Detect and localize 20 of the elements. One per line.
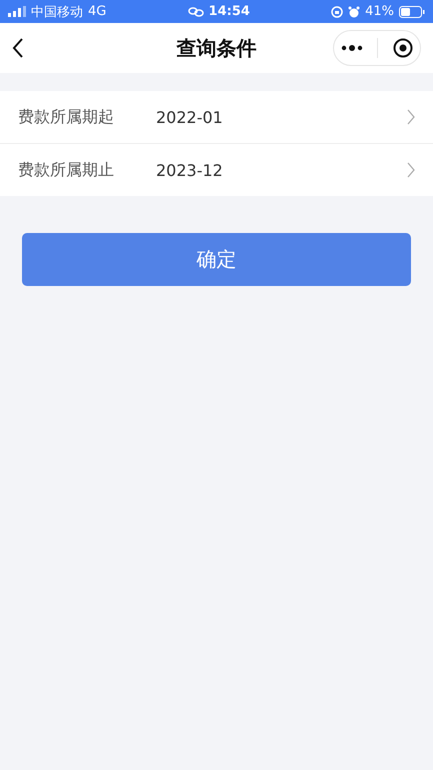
confirm-button[interactable]: 确定 (22, 233, 411, 286)
carrier-name: 中国移动 (31, 4, 83, 20)
field-label: 费款所属期起 (18, 106, 115, 128)
chevron-icon (407, 109, 415, 125)
date-picker-row[interactable]: 费款所属期止 2023-12 (0, 144, 433, 196)
link-icon (188, 6, 204, 16)
field-label: 费款所属期止 (18, 160, 115, 180)
more-icon[interactable] (341, 45, 364, 51)
back-icon[interactable] (12, 38, 24, 58)
battery-percent: 41% (365, 4, 394, 19)
close-icon[interactable] (392, 38, 413, 58)
date-picker-row[interactable]: 费款所属期起 2022-01 (0, 91, 433, 144)
battery-icon (399, 6, 425, 18)
page-title: 查询条件 (176, 34, 256, 62)
field-value: 2023-12 (156, 160, 224, 180)
network-type: 4G (88, 4, 106, 19)
chevron-icon (407, 162, 415, 178)
field-value: 2022-01 (156, 108, 224, 126)
clock-time: 14:54 (208, 4, 250, 19)
signal-icon (8, 6, 26, 17)
